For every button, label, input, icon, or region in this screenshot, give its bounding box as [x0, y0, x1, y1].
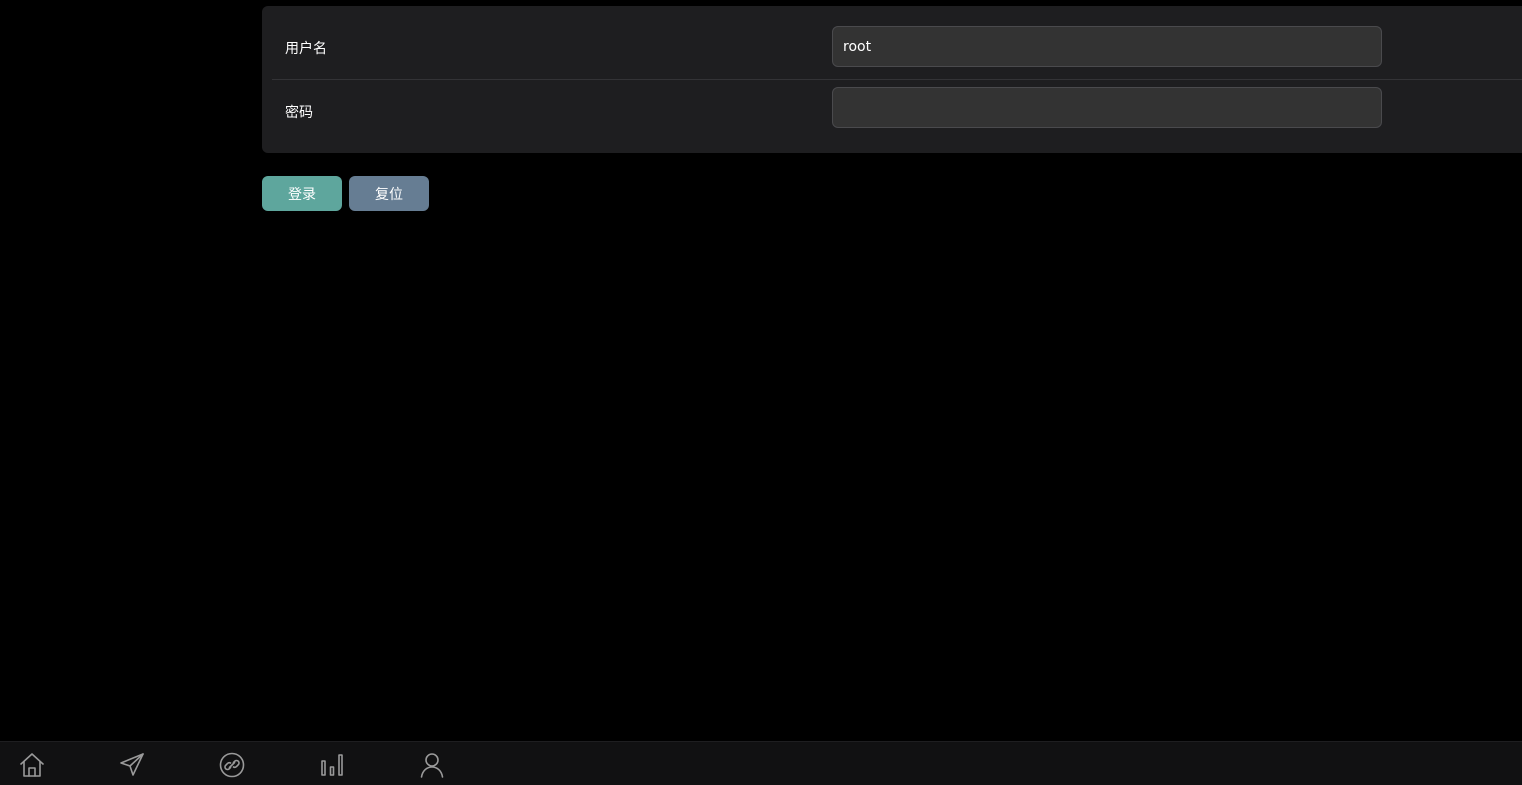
username-input[interactable] [832, 26, 1382, 67]
nav-link[interactable] [217, 750, 247, 780]
nav-user[interactable] [417, 750, 447, 780]
bar-chart-icon [321, 754, 343, 776]
user-icon [420, 753, 444, 778]
nav-send[interactable] [117, 750, 147, 780]
send-icon [120, 753, 144, 776]
page: 用户名 密码 登录 复位 [0, 0, 1522, 785]
password-input[interactable] [832, 87, 1382, 128]
nav-home[interactable] [17, 750, 47, 780]
password-label: 密码 [285, 105, 313, 121]
home-icon [20, 753, 44, 777]
reset-button[interactable]: 复位 [349, 176, 429, 211]
login-form-card: 用户名 密码 [262, 6, 1522, 153]
bottom-nav-bar [0, 741, 1522, 785]
nav-stats[interactable] [317, 750, 347, 780]
username-row: 用户名 [272, 16, 1522, 80]
login-button[interactable]: 登录 [262, 176, 342, 211]
password-row: 密码 [272, 80, 1522, 144]
link-icon [219, 752, 245, 778]
username-label: 用户名 [285, 40, 327, 57]
